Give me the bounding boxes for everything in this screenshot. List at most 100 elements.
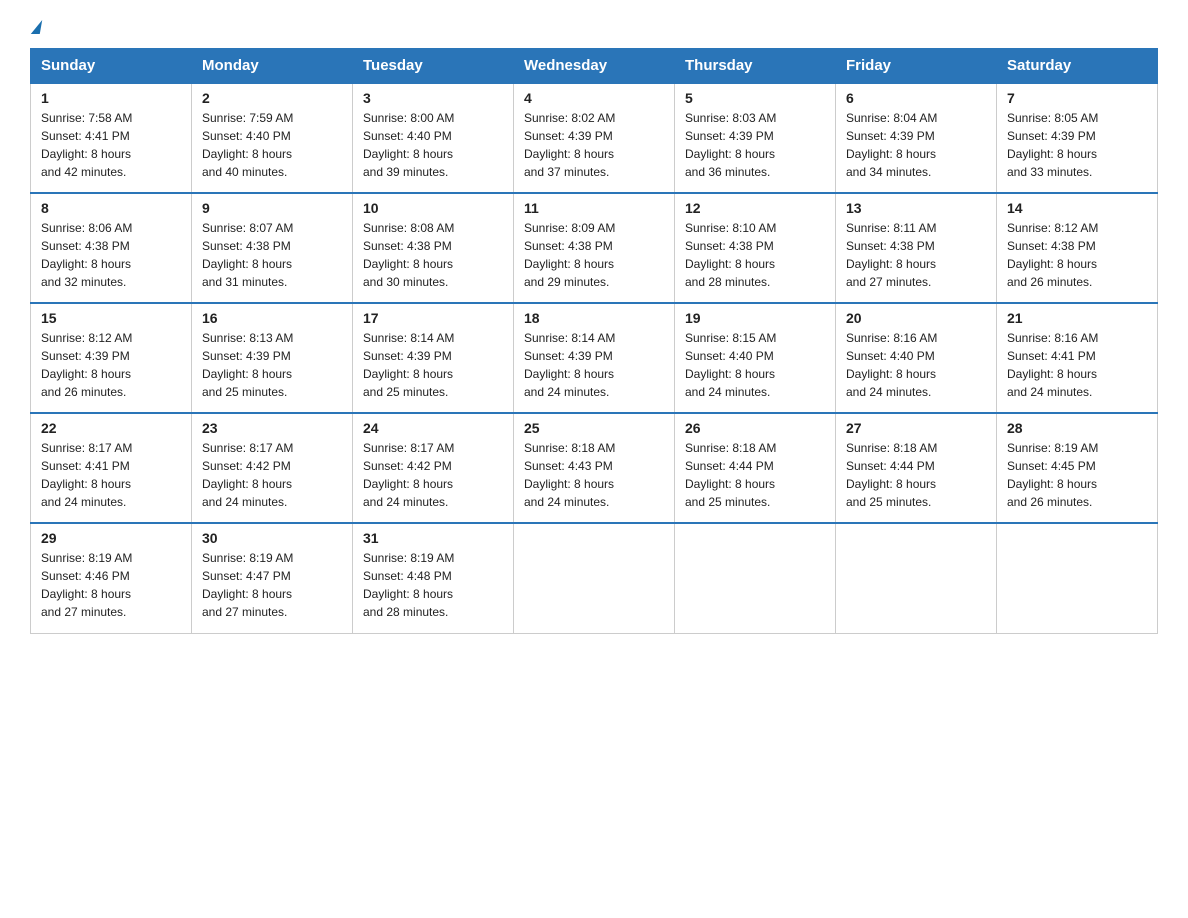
day-number: 21 (1007, 310, 1147, 326)
day-number: 27 (846, 420, 986, 436)
day-number: 14 (1007, 200, 1147, 216)
calendar-cell: 30Sunrise: 8:19 AM Sunset: 4:47 PM Dayli… (192, 523, 353, 633)
calendar-cell: 20 Sunrise: 8:16 AM Sunset: 4:40 PM Dayli… (836, 303, 997, 413)
calendar-cell: 12 Sunrise: 8:10 AM Sunset: 4:38 PM Dayli… (675, 193, 836, 303)
calendar-cell: 7 Sunrise: 8:05 AM Sunset: 4:39 PM Daylig… (997, 83, 1158, 193)
calendar-cell: 24 Sunrise: 8:17 AM Sunset: 4:42 PM Dayli… (353, 413, 514, 523)
calendar-cell: 31 Sunrise: 8:19 AM Sunset: 4:48 PM Dayli… (353, 523, 514, 633)
day-number: 5 (685, 90, 825, 106)
day-number: 20 (846, 310, 986, 326)
day-number: 15 (41, 310, 181, 326)
day-number: 17 (363, 310, 503, 326)
day-info: Sunrise: 8:10 AM Sunset: 4:38 PM Dayligh… (685, 219, 825, 291)
calendar-cell: 9 Sunrise: 8:07 AM Sunset: 4:38 PM Daylig… (192, 193, 353, 303)
day-info: Sunrise: 8:11 AM Sunset: 4:38 PM Dayligh… (846, 219, 986, 291)
calendar-cell: 25 Sunrise: 8:18 AM Sunset: 4:43 PM Dayli… (514, 413, 675, 523)
day-info: Sunrise: 8:12 AM Sunset: 4:38 PM Dayligh… (1007, 219, 1147, 291)
day-info: Sunrise: 8:16 AM Sunset: 4:41 PM Dayligh… (1007, 329, 1147, 401)
calendar-cell (997, 523, 1158, 633)
calendar-cell: 15 Sunrise: 8:12 AM Sunset: 4:39 PM Dayli… (31, 303, 192, 413)
day-info: Sunrise: 8:07 AM Sunset: 4:38 PM Dayligh… (202, 219, 342, 291)
calendar-cell: 18 Sunrise: 8:14 AM Sunset: 4:39 PM Dayli… (514, 303, 675, 413)
calendar-cell: 28 Sunrise: 8:19 AM Sunset: 4:45 PM Dayli… (997, 413, 1158, 523)
day-number: 23 (202, 420, 342, 436)
col-header-saturday: Saturday (997, 49, 1158, 84)
calendar-cell: 22 Sunrise: 8:17 AM Sunset: 4:41 PM Dayli… (31, 413, 192, 523)
day-number: 10 (363, 200, 503, 216)
calendar-cell: 26 Sunrise: 8:18 AM Sunset: 4:44 PM Dayli… (675, 413, 836, 523)
day-number: 22 (41, 420, 181, 436)
day-info: Sunrise: 8:04 AM Sunset: 4:39 PM Dayligh… (846, 109, 986, 181)
calendar-cell: 4Sunrise: 8:02 AM Sunset: 4:39 PM Daylig… (514, 83, 675, 193)
day-info: Sunrise: 8:05 AM Sunset: 4:39 PM Dayligh… (1007, 109, 1147, 181)
day-info: Sunrise: 8:08 AM Sunset: 4:38 PM Dayligh… (363, 219, 503, 291)
day-number: 11 (524, 200, 664, 216)
day-info: Sunrise: 8:17 AM Sunset: 4:42 PM Dayligh… (363, 439, 503, 511)
day-info: Sunrise: 8:19 AM Sunset: 4:48 PM Dayligh… (363, 549, 503, 621)
calendar-cell (836, 523, 997, 633)
day-info: Sunrise: 8:18 AM Sunset: 4:44 PM Dayligh… (846, 439, 986, 511)
calendar-cell: 19 Sunrise: 8:15 AM Sunset: 4:40 PM Dayli… (675, 303, 836, 413)
day-info: Sunrise: 8:18 AM Sunset: 4:43 PM Dayligh… (524, 439, 664, 511)
day-info: Sunrise: 8:15 AM Sunset: 4:40 PM Dayligh… (685, 329, 825, 401)
calendar-cell: 16 Sunrise: 8:13 AM Sunset: 4:39 PM Dayli… (192, 303, 353, 413)
day-number: 31 (363, 530, 503, 546)
col-header-wednesday: Wednesday (514, 49, 675, 84)
col-header-monday: Monday (192, 49, 353, 84)
col-header-friday: Friday (836, 49, 997, 84)
day-number: 24 (363, 420, 503, 436)
day-info: Sunrise: 8:19 AM Sunset: 4:46 PM Dayligh… (41, 549, 181, 621)
calendar-cell (675, 523, 836, 633)
calendar-cell: 3Sunrise: 8:00 AM Sunset: 4:40 PM Daylig… (353, 83, 514, 193)
calendar-cell: 14 Sunrise: 8:12 AM Sunset: 4:38 PM Dayli… (997, 193, 1158, 303)
day-number: 9 (202, 200, 342, 216)
day-number: 26 (685, 420, 825, 436)
day-number: 7 (1007, 90, 1147, 106)
day-number: 16 (202, 310, 342, 326)
day-info: Sunrise: 8:09 AM Sunset: 4:38 PM Dayligh… (524, 219, 664, 291)
calendar-cell: 21 Sunrise: 8:16 AM Sunset: 4:41 PM Dayli… (997, 303, 1158, 413)
calendar-cell: 1Sunrise: 7:58 AM Sunset: 4:41 PM Daylig… (31, 83, 192, 193)
logo-triangle-icon (31, 20, 42, 34)
day-number: 13 (846, 200, 986, 216)
day-info: Sunrise: 7:59 AM Sunset: 4:40 PM Dayligh… (202, 109, 342, 181)
calendar-cell: 8 Sunrise: 8:06 AM Sunset: 4:38 PM Daylig… (31, 193, 192, 303)
logo (30, 20, 42, 30)
day-number: 25 (524, 420, 664, 436)
day-number: 6 (846, 90, 986, 106)
day-info: Sunrise: 7:58 AM Sunset: 4:41 PM Dayligh… (41, 109, 181, 181)
day-info: Sunrise: 8:19 AM Sunset: 4:45 PM Dayligh… (1007, 439, 1147, 511)
day-info: Sunrise: 8:13 AM Sunset: 4:39 PM Dayligh… (202, 329, 342, 401)
calendar-cell: 13 Sunrise: 8:11 AM Sunset: 4:38 PM Dayli… (836, 193, 997, 303)
day-number: 4 (524, 90, 664, 106)
day-info: Sunrise: 8:16 AM Sunset: 4:40 PM Dayligh… (846, 329, 986, 401)
day-number: 28 (1007, 420, 1147, 436)
day-number: 2 (202, 90, 342, 106)
col-header-tuesday: Tuesday (353, 49, 514, 84)
day-info: Sunrise: 8:14 AM Sunset: 4:39 PM Dayligh… (363, 329, 503, 401)
calendar-cell: 6 Sunrise: 8:04 AM Sunset: 4:39 PM Daylig… (836, 83, 997, 193)
day-number: 12 (685, 200, 825, 216)
calendar-cell: 2 Sunrise: 7:59 AM Sunset: 4:40 PM Daylig… (192, 83, 353, 193)
day-number: 8 (41, 200, 181, 216)
day-info: Sunrise: 8:14 AM Sunset: 4:39 PM Dayligh… (524, 329, 664, 401)
day-info: Sunrise: 8:06 AM Sunset: 4:38 PM Dayligh… (41, 219, 181, 291)
day-info: Sunrise: 8:12 AM Sunset: 4:39 PM Dayligh… (41, 329, 181, 401)
day-info: Sunrise: 8:17 AM Sunset: 4:42 PM Dayligh… (202, 439, 342, 511)
page-header (30, 20, 1158, 30)
day-number: 29 (41, 530, 181, 546)
day-number: 19 (685, 310, 825, 326)
col-header-thursday: Thursday (675, 49, 836, 84)
calendar-cell: 29 Sunrise: 8:19 AM Sunset: 4:46 PM Dayli… (31, 523, 192, 633)
day-info: Sunrise: 8:17 AM Sunset: 4:41 PM Dayligh… (41, 439, 181, 511)
day-number: 18 (524, 310, 664, 326)
calendar-cell (514, 523, 675, 633)
day-number: 3 (363, 90, 503, 106)
calendar-table: SundayMondayTuesdayWednesdayThursdayFrid… (30, 48, 1158, 634)
day-info: Sunrise: 8:03 AM Sunset: 4:39 PM Dayligh… (685, 109, 825, 181)
calendar-cell: 5 Sunrise: 8:03 AM Sunset: 4:39 PM Daylig… (675, 83, 836, 193)
col-header-sunday: Sunday (31, 49, 192, 84)
calendar-cell: 11 Sunrise: 8:09 AM Sunset: 4:38 PM Dayli… (514, 193, 675, 303)
day-info: Sunrise: 8:18 AM Sunset: 4:44 PM Dayligh… (685, 439, 825, 511)
calendar-cell: 10 Sunrise: 8:08 AM Sunset: 4:38 PM Dayli… (353, 193, 514, 303)
